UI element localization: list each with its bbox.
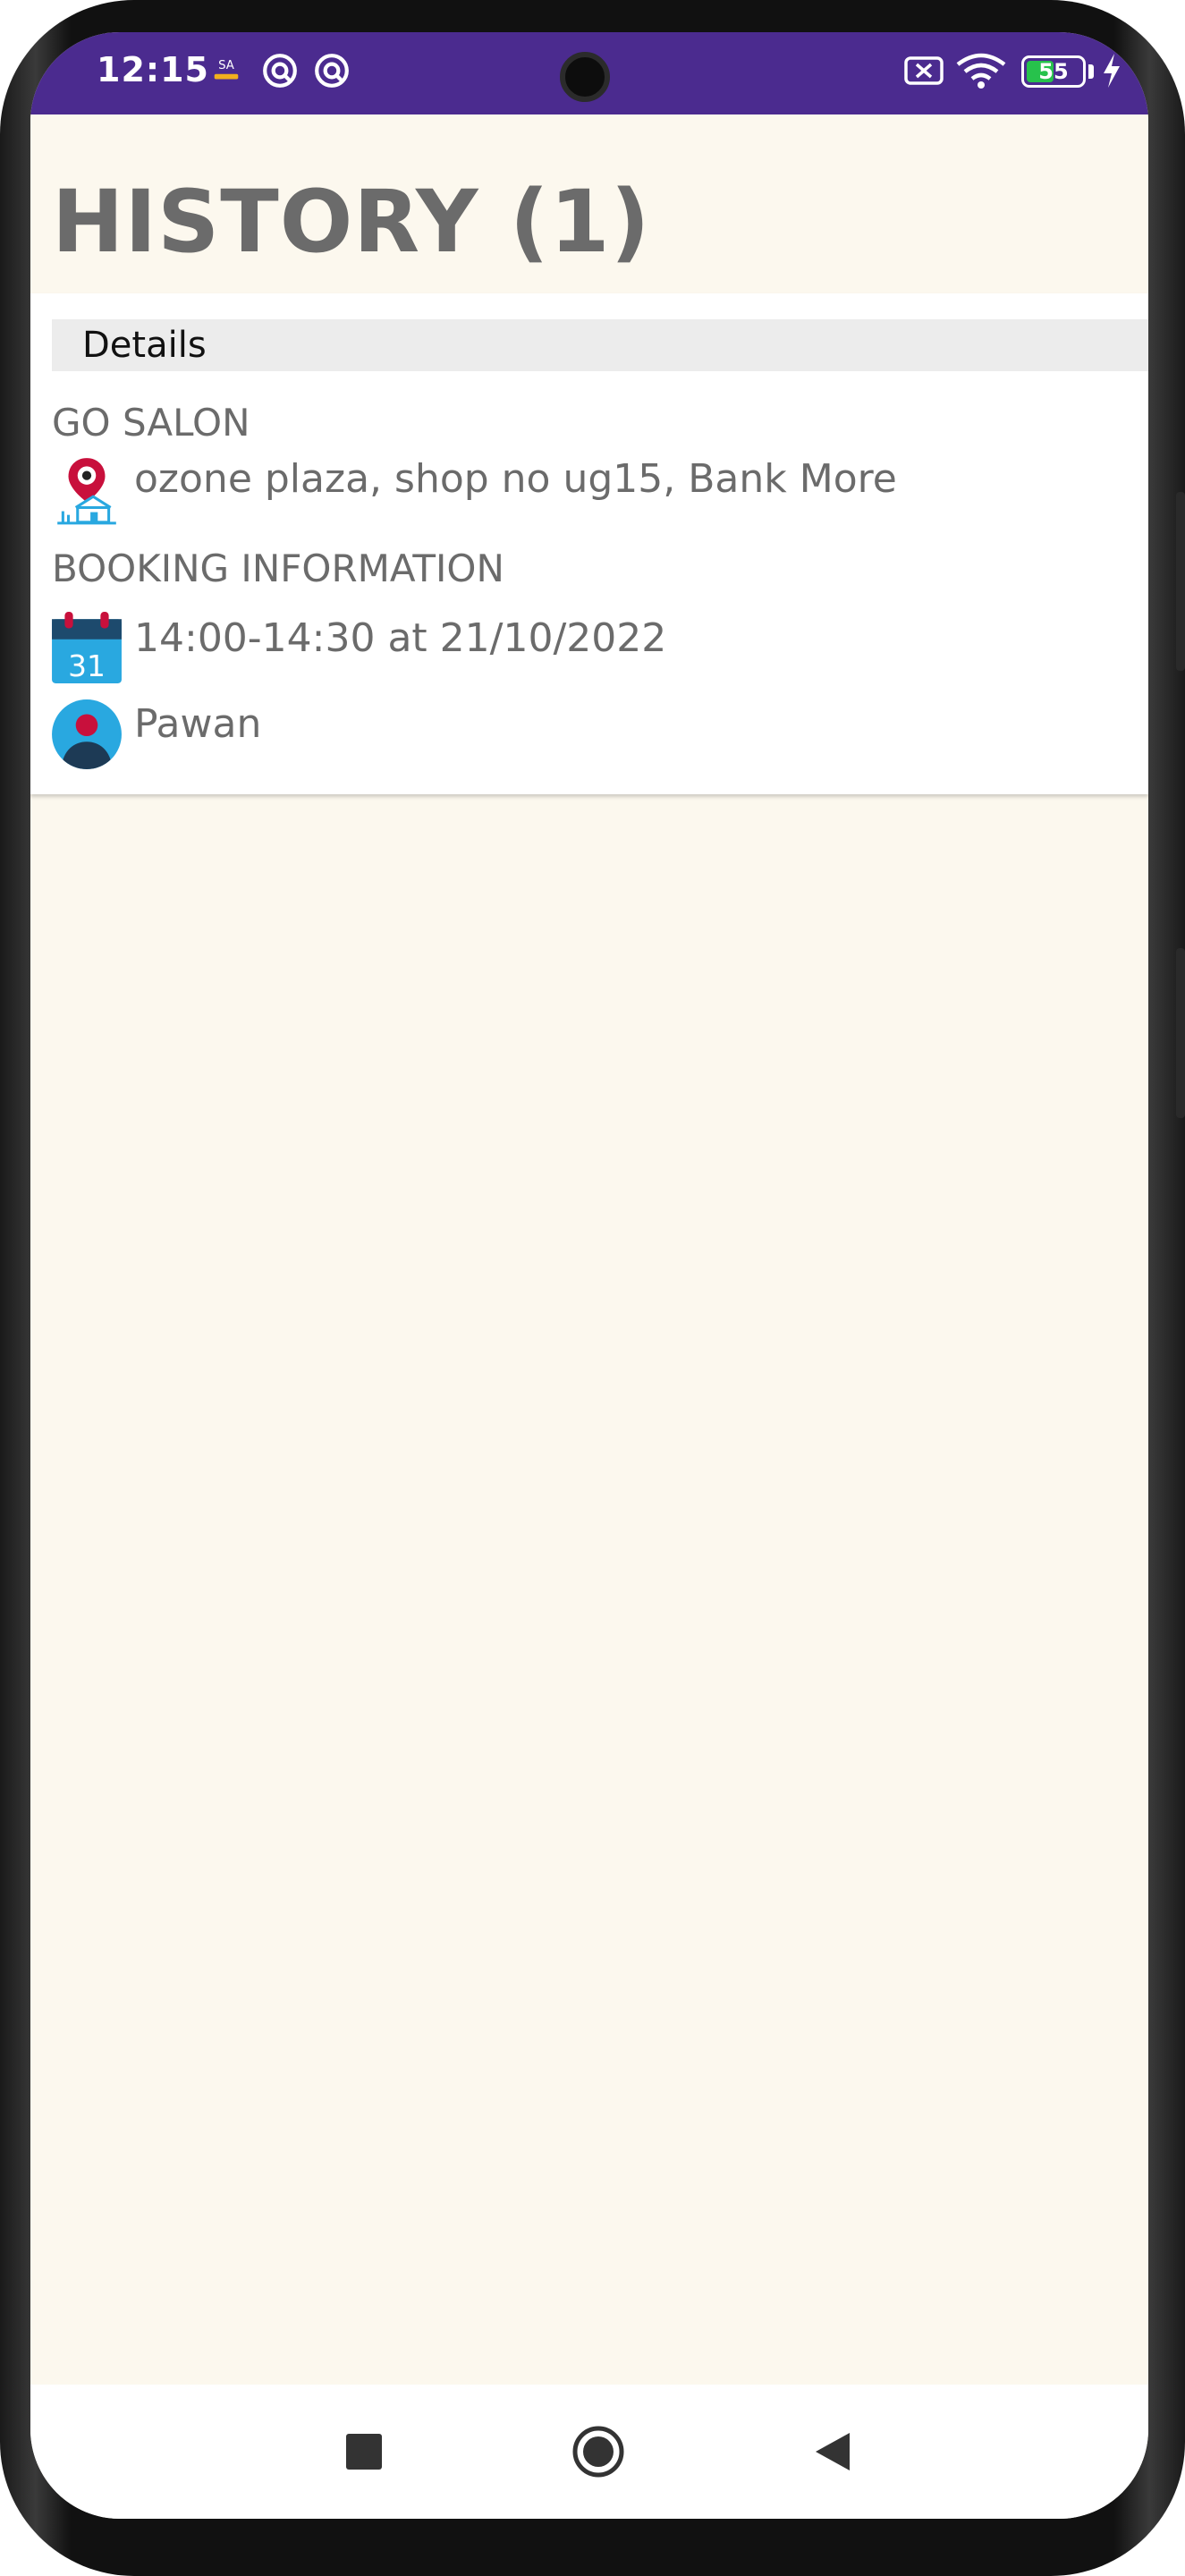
- page-header: HISTORY (1): [30, 114, 1148, 299]
- salon-address: ozone plaza, shop no ug15, Bank More: [134, 456, 897, 502]
- power-button: [1176, 948, 1185, 1118]
- details-header: Details: [52, 319, 1148, 371]
- svg-text:SA: SA: [218, 59, 234, 72]
- app-notification-icon: SA: [214, 59, 239, 80]
- history-card[interactable]: Details GO SALON ozone plaza, shop no ug…: [30, 293, 1148, 794]
- calendar-icon: 31: [52, 612, 122, 683]
- camera-cutout: [560, 52, 610, 102]
- salon-name: GO SALON: [52, 401, 250, 445]
- home-icon[interactable]: [567, 2420, 630, 2483]
- booking-section-label: BOOKING INFORMATION: [52, 547, 504, 590]
- phone-frame: 12:15 SA 55 HISTORY (1) Details GO SALON…: [0, 0, 1185, 2576]
- status-bar: 12:15 SA 55: [30, 32, 1148, 114]
- status-time: 12:15: [97, 50, 209, 89]
- notification-icon: [315, 54, 349, 88]
- customer-name: Pawan: [134, 701, 262, 747]
- user-avatar-icon: [52, 699, 122, 769]
- booking-time: 14:00-14:30 at 21/10/2022: [134, 615, 667, 661]
- navigation-bar: [30, 2385, 1148, 2519]
- battery-tip: [1088, 64, 1094, 79]
- recents-icon[interactable]: [333, 2420, 395, 2483]
- location-pin-icon: [57, 458, 116, 525]
- details-label: Details: [82, 325, 207, 366]
- screen: 12:15 SA 55 HISTORY (1) Details GO SALON…: [30, 32, 1148, 2519]
- battery-icon: 55: [1021, 55, 1086, 88]
- notification-icon: [263, 54, 297, 88]
- charging-icon: [1104, 54, 1120, 88]
- calendar-day-number: 31: [68, 649, 106, 683]
- no-sim-icon: [904, 56, 944, 85]
- volume-button: [1176, 492, 1185, 671]
- battery-level-text: 55: [1038, 59, 1069, 84]
- page-title: HISTORY (1): [52, 172, 651, 272]
- back-icon[interactable]: [803, 2420, 866, 2483]
- wifi-icon: [956, 53, 1006, 89]
